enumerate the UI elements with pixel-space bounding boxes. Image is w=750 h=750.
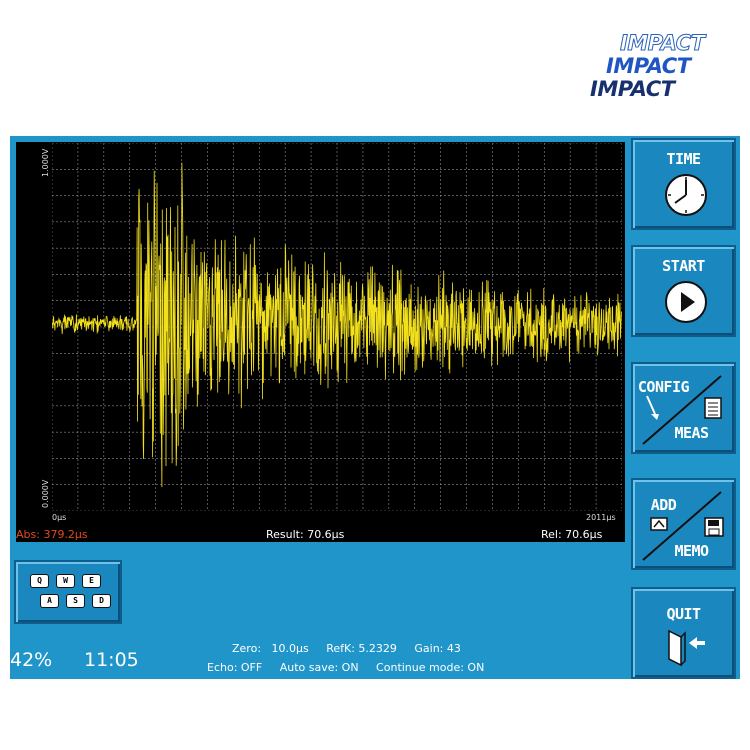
logo-line-2: IMPACT [606, 54, 691, 78]
result-readout: Result: 70.6µs [266, 528, 345, 541]
quit-button-label: QUIT [666, 605, 701, 623]
config-meas-button[interactable]: CONFIG MEAS [631, 362, 736, 454]
measurement-settings: Zero: 10.0µs RefK: 5.2329 Gain: 43 [232, 642, 461, 655]
abs-readout: Abs: 379.2µs [16, 528, 88, 541]
exit-door-icon [668, 629, 705, 667]
logo-line-3: IMPACT [590, 77, 675, 101]
keyboard-key-icon: E [82, 574, 101, 588]
time-button[interactable]: TIME [631, 138, 736, 230]
config-meas-icon [642, 375, 722, 445]
keyboard-key-icon: W [56, 574, 75, 588]
keyboard-key-icon: S [66, 594, 85, 608]
quit-button[interactable]: QUIT [631, 587, 736, 679]
battery-percentage: 42% [10, 649, 53, 671]
x-axis-start-label: 0µs [52, 513, 67, 522]
play-icon [665, 281, 707, 323]
clock-icon [665, 174, 707, 216]
impact-logo: IMPACT IMPACT IMPACT [590, 32, 730, 107]
clock-time: 11:05 [84, 649, 139, 671]
mode-settings: Echo: OFF Auto save: ON Continue mode: O… [207, 661, 485, 674]
start-button[interactable]: START [631, 245, 736, 337]
x-axis-end-label: 2011µs [586, 513, 616, 522]
start-button-label: START [662, 257, 705, 275]
waveform-plot [52, 143, 622, 511]
add-memo-icon [642, 491, 724, 561]
keyboard-key-icon: D [92, 594, 111, 608]
time-button-label: TIME [666, 150, 701, 168]
add-memo-button[interactable]: ADD MEMO [631, 478, 736, 570]
y-axis-bottom-label: 0.000V [41, 479, 50, 508]
logo-line-1: IMPACT [620, 31, 706, 55]
y-axis-top-label: 1.000V [41, 148, 50, 177]
keyboard-button[interactable]: Q W E A S D [14, 560, 122, 624]
keyboard-key-icon: Q [30, 574, 49, 588]
rel-readout: Rel: 70.6µs [541, 528, 603, 541]
keyboard-key-icon: A [40, 594, 59, 608]
